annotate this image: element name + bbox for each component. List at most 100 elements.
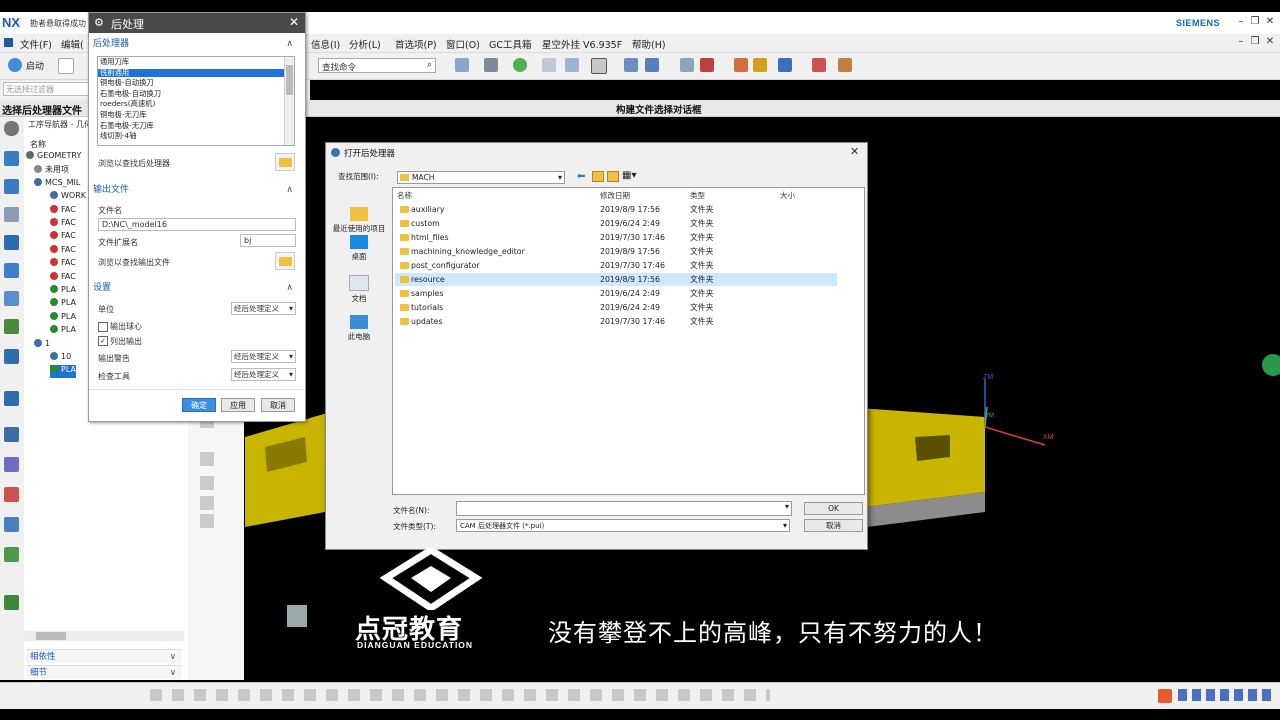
postprocessor-item[interactable]: 铜电极-自动换刀 (98, 79, 286, 88)
column-name[interactable]: 名称 (30, 139, 46, 150)
section-settings[interactable]: 设置 ∧ (93, 281, 299, 295)
navigator-row[interactable]: PLA (50, 298, 76, 311)
cancel-button[interactable]: 取消 (261, 398, 295, 412)
postprocessor-item[interactable]: 铣削通用 (98, 68, 286, 78)
menu-plugin[interactable]: 星空外挂 V6.935F (542, 37, 622, 51)
ball-center-checkbox[interactable] (98, 322, 108, 332)
navigator-row[interactable]: FAC (50, 244, 76, 258)
file-row[interactable]: machining_knowledge_editor 2019/8/9 17:56… (395, 245, 837, 258)
menu-file[interactable]: 文件(F) (20, 37, 52, 51)
place-documents[interactable]: 文档 (329, 275, 389, 304)
view-menu-icon[interactable]: ▦▾ (622, 170, 636, 181)
filetype-select[interactable]: CAM 后处理器文件 (*.pui) ▾ (456, 519, 790, 532)
layer-icon[interactable] (565, 58, 579, 72)
open-dialog-close-icon[interactable]: ✕ (850, 145, 859, 158)
browse-output-button[interactable] (275, 252, 295, 270)
menu-analysis[interactable]: 分析(L) (349, 37, 381, 51)
navigator-row[interactable]: GEOMETRY (26, 151, 81, 164)
postprocessor-list[interactable]: 通用刀库 铣削通用 铜电极-自动换刀 石墨电极-自动换刀 roeders(高速机) 铜电极… (97, 56, 295, 146)
navigator-row[interactable]: 未用项 (34, 164, 69, 177)
file-row[interactable]: post_configurator 2019/7/30 17:46 文件夹 (395, 259, 837, 272)
file-row[interactable]: updates 2019/7/30 17:46 文件夹 (395, 315, 837, 328)
ruler-icon[interactable] (838, 58, 852, 72)
snap-toolbar[interactable] (150, 689, 770, 701)
postprocessor-item[interactable]: 通用刀库 (98, 57, 286, 67)
file-list[interactable]: 名称 修改日期 类型 大小 auxiliary 2019/8/9 17:56 文件夹… (392, 187, 865, 495)
process-icon[interactable] (4, 547, 19, 562)
file-row[interactable]: samples 2019/6/24 2:49 文件夹 (395, 287, 837, 300)
file-row[interactable]: html_files 2019/7/30 17:46 文件夹 (395, 231, 837, 244)
menu-preferences[interactable]: 首选项(P) (395, 37, 437, 51)
output-warning-select[interactable]: 经后处理定义 (231, 350, 296, 363)
filename-input[interactable]: D:\NC\_model16 (98, 218, 296, 231)
postprocess-close-icon[interactable]: ✕ (289, 15, 299, 29)
file-row[interactable]: custom 2019/6/24 2:49 文件夹 (395, 217, 837, 230)
navigator-row[interactable]: WORK (50, 191, 86, 204)
open-cancel-button[interactable]: 取消 (804, 519, 863, 532)
col-size[interactable]: 大小 (780, 190, 795, 201)
menu-help[interactable]: 帮助(H) (632, 37, 666, 51)
postprocessor-item[interactable]: 石墨电极-自动换刀 (98, 89, 286, 99)
open-ok-button[interactable]: OK (804, 502, 863, 515)
file-row[interactable]: auxiliary 2019/8/9 17:56 文件夹 (395, 203, 837, 216)
background-icon[interactable] (591, 58, 607, 74)
command-search[interactable]: 查找命令 ⌕ (318, 58, 436, 73)
feature-icon[interactable] (4, 319, 19, 334)
col-type[interactable]: 类型 (690, 190, 705, 201)
new-folder-icon[interactable] (607, 171, 619, 182)
tool-icon[interactable] (200, 496, 214, 510)
machine-navigator-icon[interactable] (4, 263, 19, 278)
section-output[interactable]: 输出文件 ∧ (93, 183, 299, 197)
doc-restore-icon[interactable]: ❐ (1248, 36, 1262, 47)
navigator-row[interactable]: PLA (50, 365, 76, 379)
navigator-hscroll[interactable] (24, 631, 184, 641)
snap-icon[interactable] (700, 58, 714, 72)
menu-edit[interactable]: 编辑( (61, 37, 84, 51)
list-output-checkbox[interactable]: ✓ (98, 336, 108, 346)
details-panel[interactable]: 细节 ∨ (26, 665, 182, 679)
back-icon[interactable]: ⬅ (577, 171, 585, 182)
tool-library-icon[interactable] (4, 291, 19, 306)
open-filename-input[interactable]: ▾ (456, 501, 792, 516)
settings-icon[interactable] (4, 121, 19, 136)
wcs-icon[interactable] (812, 58, 826, 72)
navigator-row[interactable]: FAC (50, 231, 76, 244)
apply-button[interactable]: 应用 (221, 398, 255, 412)
col-date[interactable]: 修改日期 (600, 190, 630, 201)
tool-icon[interactable] (200, 452, 214, 466)
navigator-row[interactable]: PLA (50, 311, 76, 325)
check-tool-select[interactable]: 经后处理定义 (231, 368, 296, 381)
navigator-row[interactable]: PLA (50, 285, 76, 298)
dependency-panel[interactable]: 相依性 ∨ (26, 649, 182, 663)
restore-icon[interactable]: ❐ (1248, 16, 1262, 27)
navigator-row[interactable]: 1 (34, 338, 50, 352)
navigator-icon[interactable] (4, 151, 19, 166)
scroll-thumb[interactable] (36, 632, 66, 640)
reuse-icon[interactable] (4, 427, 19, 442)
palette-icon[interactable] (4, 487, 19, 502)
units-select[interactable]: 经后处理定义 (231, 302, 296, 315)
ime-toolbar[interactable] (1178, 689, 1274, 701)
view-icon[interactable] (455, 58, 469, 72)
tool-icon[interactable] (200, 514, 214, 528)
doc-close-icon[interactable]: ✕ (1263, 36, 1277, 47)
menu-info[interactable]: 信息(I) (311, 37, 340, 51)
ime-icon[interactable] (1158, 689, 1172, 703)
minimize-icon[interactable]: – (1234, 16, 1248, 27)
sphere-icon[interactable] (513, 58, 527, 72)
measure-icon[interactable] (734, 58, 748, 72)
file-row[interactable]: tutorials 2019/6/24 2:49 文件夹 (395, 301, 837, 314)
knowledge-icon[interactable] (4, 595, 19, 610)
navigator-row[interactable]: FAC (50, 218, 76, 231)
tool-icon[interactable] (200, 476, 214, 490)
navigator-row[interactable]: FAC (50, 204, 76, 218)
operation-navigator-icon[interactable] (4, 235, 19, 250)
new-file-icon[interactable] (58, 58, 74, 74)
doc-minimize-icon[interactable]: – (1234, 36, 1248, 47)
col-name[interactable]: 名称 (397, 190, 412, 201)
start-icon[interactable] (8, 58, 22, 72)
list-scrollbar[interactable] (284, 57, 294, 145)
section-icon[interactable] (542, 58, 556, 72)
file-row[interactable]: resource 2019/8/9 17:56 文件夹 (395, 273, 837, 286)
web-icon[interactable] (4, 349, 19, 364)
